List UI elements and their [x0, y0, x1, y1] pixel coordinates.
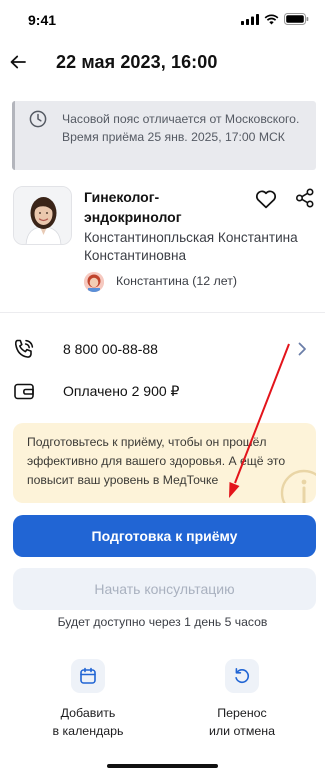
phone-number: 8 800 00-88-88 [63, 341, 158, 357]
add-to-calendar-action[interactable]: Добавить в календарь [28, 659, 148, 740]
refresh-icon-wrap [225, 659, 259, 693]
reschedule-or-cancel-action[interactable]: Перенос или отмена [182, 659, 302, 740]
header: 22 мая 2023, 16:00 [0, 50, 325, 78]
patient-avatar-image [84, 272, 104, 292]
share-icon[interactable] [295, 188, 315, 208]
page-title: 22 мая 2023, 16:00 [56, 52, 218, 72]
patient-label: Константина (12 лет) [116, 274, 238, 288]
status-icons [241, 13, 309, 25]
heart-icon[interactable] [255, 189, 277, 209]
status-time: 9:41 [28, 12, 57, 28]
preparation-card: Подготовьтесь к приёму, чтобы он прошёл … [13, 423, 316, 503]
timezone-notice: Часовой пояс отличается от Московского. … [12, 101, 316, 170]
doctor-name: Константинопльская Константина Константи… [84, 230, 298, 263]
calendar-icon-wrap [71, 659, 105, 693]
reschedule-or-cancel-label: Перенос или отмена [209, 706, 275, 738]
start-consultation-button[interactable]: Начать консультацию [13, 568, 316, 610]
payment-status: Оплачено 2 900 ₽ [63, 383, 180, 399]
clock-icon [29, 110, 47, 128]
home-indicator [107, 764, 218, 768]
doctor-portrait-image [14, 187, 71, 244]
payment-row: Оплачено 2 900 ₽ [0, 376, 325, 406]
refresh-icon [235, 668, 249, 684]
phone-row[interactable]: 8 800 00-88-88 [0, 334, 325, 364]
doctor-specialty: Гинеколог-эндокринолог [84, 189, 182, 225]
info-icon [280, 469, 316, 503]
timezone-notice-text: Часовой пояс отличается от Московского. … [62, 112, 300, 144]
phone-icon [14, 339, 34, 358]
back-button[interactable] [8, 52, 28, 72]
availability-text: Будет доступно через 1 день 5 часов [57, 615, 268, 629]
divider [0, 312, 325, 313]
preparation-card-text: Подготовьтесь к приёму, чтобы он прошёл … [27, 435, 286, 487]
add-to-calendar-label: Добавить в календарь [52, 706, 124, 738]
battery-icon [284, 13, 309, 25]
status-bar: 9:41 [0, 0, 325, 40]
wifi-icon [264, 13, 279, 24]
prepare-for-appointment-button[interactable]: Подготовка к приёму [13, 515, 316, 557]
calendar-icon [80, 667, 96, 684]
wallet-icon [14, 383, 34, 400]
chevron-right-icon [298, 342, 306, 356]
patient-avatar [84, 272, 104, 292]
back-arrow-icon [10, 55, 26, 69]
signal-icon [241, 13, 259, 25]
doctor-photo [13, 186, 72, 245]
